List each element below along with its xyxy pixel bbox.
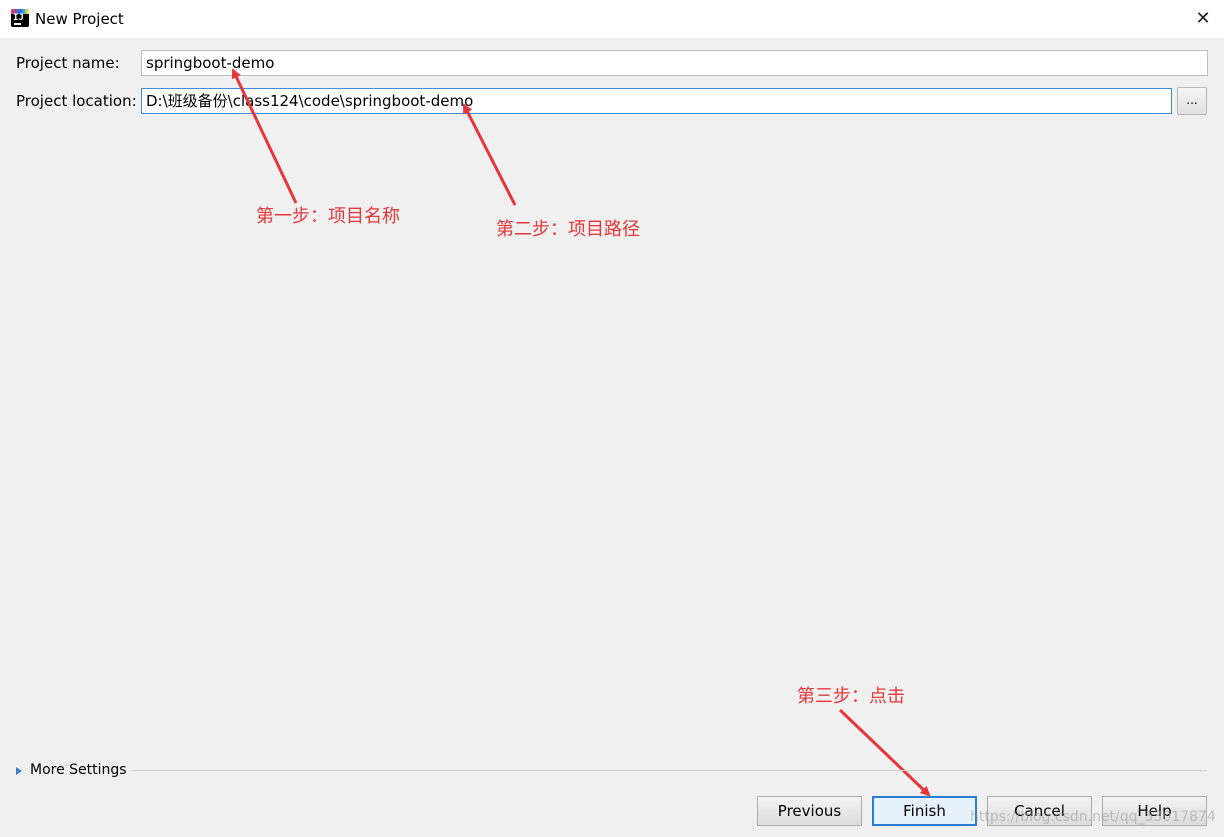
- arrow-step1: [231, 68, 298, 204]
- annotation-step3: 第三步：点击: [797, 686, 905, 707]
- previous-button[interactable]: Previous: [757, 796, 862, 826]
- expand-triangle-icon: [16, 767, 22, 775]
- arrow-step2: [462, 103, 517, 206]
- separator: [131, 770, 1207, 771]
- annotation-step1: 第一步：项目名称: [256, 206, 400, 227]
- arrow-step3: [838, 708, 931, 797]
- more-settings-label: More Settings: [30, 762, 127, 778]
- annotation-step2: 第二步：项目路径: [496, 219, 640, 240]
- annotation-arrows: [231, 68, 931, 797]
- watermark: https://blog.csdn.net/qq_33017874: [970, 809, 1216, 825]
- finish-button[interactable]: Finish: [872, 796, 977, 826]
